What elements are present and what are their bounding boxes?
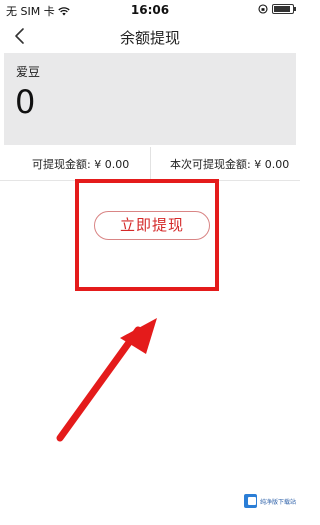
orientation-lock-icon bbox=[258, 4, 268, 14]
highlight-box bbox=[75, 179, 219, 291]
balance-label: 爱豆 bbox=[16, 65, 41, 79]
status-bar: 无 SIM 卡 16:06 bbox=[0, 0, 300, 20]
status-right-group bbox=[258, 4, 296, 14]
this-time-amount: 本次可提现金额: ¥ 0.00 bbox=[170, 158, 290, 171]
balance-value: 0 bbox=[15, 83, 36, 121]
watermark-logo: 纯净版下载站 bbox=[244, 493, 296, 509]
amount-divider bbox=[150, 147, 151, 180]
battery-icon bbox=[272, 4, 296, 14]
available-amount: 可提现金额: ¥ 0.00 bbox=[32, 158, 130, 171]
balance-card: 爱豆 0 bbox=[4, 53, 296, 145]
arrow-shaft bbox=[56, 326, 142, 442]
arrow-head bbox=[120, 318, 157, 354]
amount-row: 可提现金额: ¥ 0.00 本次可提现金额: ¥ 0.00 bbox=[0, 147, 300, 181]
watermark-icon bbox=[244, 494, 257, 508]
battery-fill bbox=[274, 6, 291, 12]
watermark-text: 纯净版下载站 bbox=[259, 498, 296, 506]
page-title: 余额提现 bbox=[119, 29, 180, 47]
status-time: 16:06 bbox=[130, 3, 170, 17]
nav-bar: 余额提现 bbox=[0, 20, 300, 52]
